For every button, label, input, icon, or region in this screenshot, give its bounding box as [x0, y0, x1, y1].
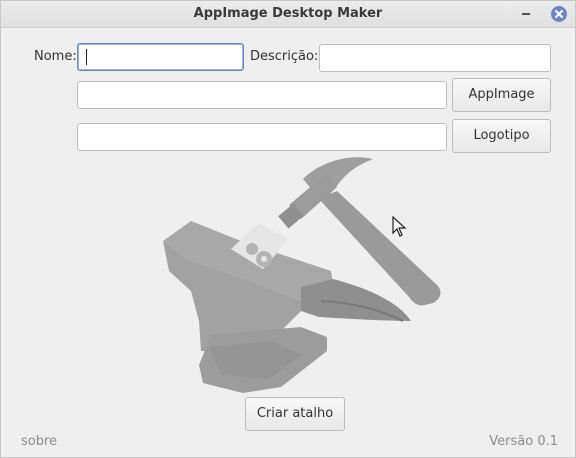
- title-bar[interactable]: AppImage Desktop Maker: [1, 1, 575, 28]
- anvil-hammer-icon: [163, 157, 441, 393]
- appimage-path-input[interactable]: [77, 81, 447, 109]
- description-label: Descrição:: [250, 49, 319, 64]
- name-input[interactable]: [77, 43, 244, 71]
- logo-path-input[interactable]: [77, 123, 447, 151]
- name-label: Nome:: [34, 49, 77, 64]
- about-link[interactable]: sobre: [21, 434, 57, 449]
- version-label: Versão 0.1: [489, 434, 558, 449]
- logo-button[interactable]: Logotipo: [452, 119, 551, 153]
- window-title: AppImage Desktop Maker: [193, 6, 383, 21]
- create-shortcut-button[interactable]: Criar atalho: [245, 397, 345, 431]
- appimage-button[interactable]: AppImage: [452, 78, 551, 112]
- description-input[interactable]: [319, 44, 551, 72]
- minimize-icon[interactable]: [520, 3, 534, 23]
- app-window: AppImage Desktop Maker Nome: Descrição: …: [0, 0, 576, 458]
- text-caret: [86, 49, 87, 65]
- mouse-cursor-icon: [392, 216, 407, 237]
- close-icon[interactable]: [551, 6, 567, 22]
